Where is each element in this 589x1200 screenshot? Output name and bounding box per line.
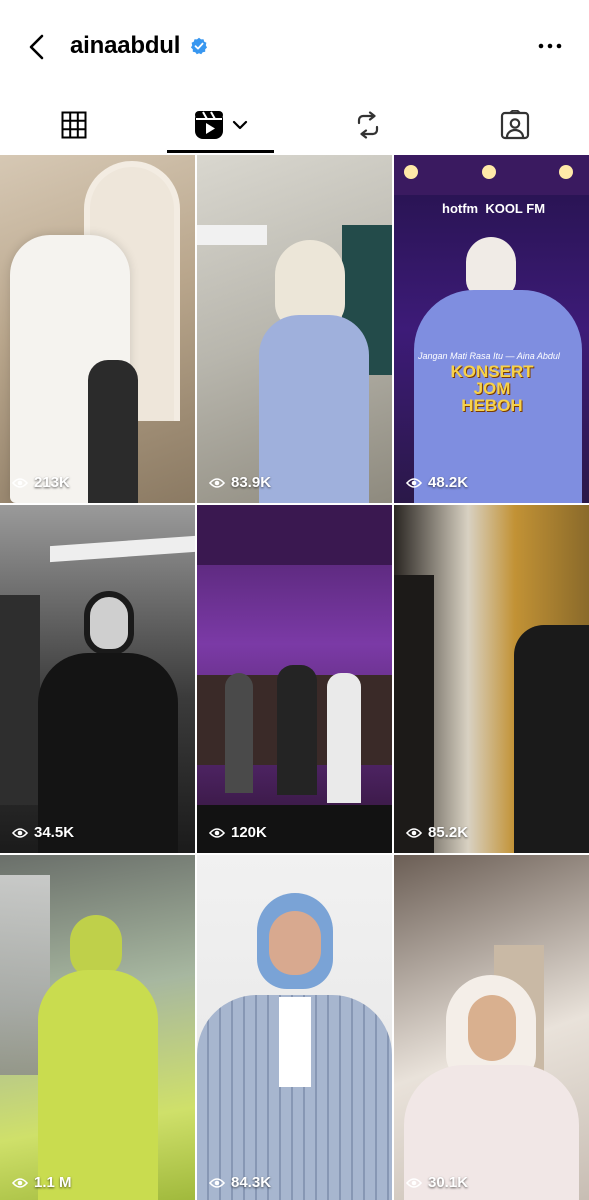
view-count: 84.3K <box>209 1174 271 1191</box>
reel-thumbnail[interactable]: 85.2K <box>394 505 589 853</box>
reel-thumbnail[interactable]: 120K <box>197 505 392 853</box>
white-shirt <box>279 997 311 1087</box>
face <box>468 995 516 1061</box>
eye-icon <box>12 1177 28 1188</box>
view-count: 48.2K <box>406 474 468 491</box>
reel-thumbnail[interactable]: 84.3K <box>197 855 392 1200</box>
eye-icon <box>209 477 225 488</box>
reel-thumbnail[interactable]: 213K <box>0 155 195 503</box>
ceiling-light <box>50 535 195 563</box>
view-count: 213K <box>12 474 70 491</box>
view-count: 83.9K <box>209 474 271 491</box>
profile-header: ainaabdul <box>0 0 589 96</box>
reel-thumbnail[interactable]: 1.1 M <box>0 855 195 1200</box>
more-options-icon[interactable] <box>536 36 564 56</box>
eye-icon <box>12 477 28 488</box>
concert-title: KONSERT JOM HEBOH <box>450 362 534 415</box>
hijab-head <box>84 591 134 655</box>
tagged-icon <box>500 110 530 140</box>
tab-reels[interactable] <box>147 96 294 154</box>
view-count: 30.1K <box>406 1174 468 1191</box>
eye-icon <box>406 827 422 838</box>
profile-tabs <box>0 96 589 154</box>
guitarist-figure <box>394 575 434 853</box>
black-suit <box>38 653 178 853</box>
stage-ceiling <box>197 505 392 565</box>
face <box>269 911 321 975</box>
air-conditioner <box>197 225 267 245</box>
tab-tagged[interactable] <box>441 96 589 154</box>
conductor-figure <box>277 665 317 795</box>
shelf <box>0 595 40 805</box>
tab-grid[interactable] <box>0 96 147 154</box>
eye-icon <box>406 477 422 488</box>
eye-icon <box>12 827 28 838</box>
eye-icon <box>209 1177 225 1188</box>
active-tab-indicator <box>167 150 274 153</box>
reel-thumbnail[interactable]: 34.5K <box>0 505 195 853</box>
stage-lights <box>394 155 589 195</box>
performer-figure <box>327 673 361 803</box>
lavender-dress <box>259 315 369 503</box>
chevron-down-icon[interactable] <box>232 119 248 131</box>
view-count: 1.1 M <box>12 1174 72 1191</box>
reel-thumbnail[interactable]: hotfm KOOL FM Jangan Mati Rasa Itu — Ain… <box>394 155 589 503</box>
view-count: 34.5K <box>12 824 74 841</box>
profile-username[interactable]: ainaabdul <box>70 32 180 60</box>
reels-grid: 213K 83.9K hotfm KOOL FM Jangan Mati Ras… <box>0 155 589 1200</box>
tab-reposts[interactable] <box>294 96 441 154</box>
hijab-head <box>70 915 122 977</box>
back-arrow-icon[interactable] <box>24 32 52 62</box>
singer-figure <box>225 673 253 793</box>
seated-person <box>514 625 589 853</box>
eye-icon <box>209 827 225 838</box>
person-figure <box>88 360 138 503</box>
hijab-head <box>466 237 516 297</box>
green-gown <box>38 970 158 1200</box>
verified-badge-icon <box>191 37 207 55</box>
song-subtitle: Jangan Mati Rasa Itu — Aina Abdul <box>418 351 560 361</box>
eye-icon <box>406 1177 422 1188</box>
view-count: 120K <box>209 824 267 841</box>
repost-icon <box>357 111 378 139</box>
reels-icon <box>194 111 223 139</box>
reel-thumbnail[interactable]: 30.1K <box>394 855 589 1200</box>
reel-thumbnail[interactable]: 83.9K <box>197 155 392 503</box>
view-count: 85.2K <box>406 824 468 841</box>
grid-icon <box>61 111 86 139</box>
sponsor-logos: hotfm KOOL FM <box>442 201 546 216</box>
